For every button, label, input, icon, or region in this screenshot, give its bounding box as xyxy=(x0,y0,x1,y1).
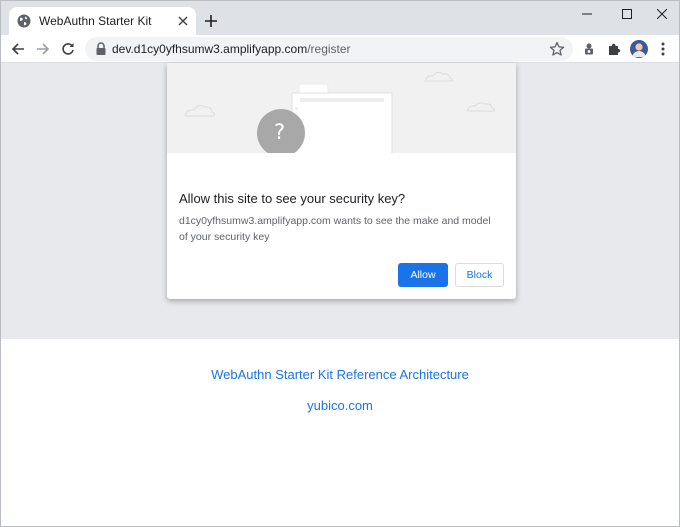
lock-icon xyxy=(96,42,106,55)
minimize-icon xyxy=(582,13,592,15)
browser-window: WebAuthn Starter Kit dev.d1cy0yfhsumw3.a… xyxy=(0,0,680,527)
security-key-permission-dialog: ? Allow this site to see your security k… xyxy=(167,63,516,299)
browser-menu-button[interactable] xyxy=(653,39,673,59)
reload-button[interactable] xyxy=(57,38,79,60)
kebab-menu-icon xyxy=(661,42,665,56)
close-icon xyxy=(178,16,188,26)
tab-title: WebAuthn Starter Kit xyxy=(39,14,152,28)
reference-architecture-link[interactable]: WebAuthn Starter Kit Reference Architect… xyxy=(1,367,679,382)
allow-button[interactable]: Allow xyxy=(398,263,448,287)
puzzle-icon xyxy=(609,43,621,55)
page-content: ? Allow this site to see your security k… xyxy=(1,63,679,526)
extension-icon xyxy=(585,43,593,55)
url-host: dev.d1cy0yfhsumw3.amplifyapp.com xyxy=(112,42,308,56)
dialog-body: d1cy0yfhsumw3.amplifyapp.com wants to se… xyxy=(179,215,491,243)
url-text: dev.d1cy0yfhsumw3.amplifyapp.com/registe… xyxy=(112,42,351,56)
tab-strip: WebAuthn Starter Kit xyxy=(1,1,679,35)
window-close-button[interactable] xyxy=(644,3,679,25)
url-path: /register xyxy=(307,42,351,56)
extensions-button[interactable] xyxy=(604,39,624,59)
new-tab-button[interactable] xyxy=(201,11,221,31)
yubico-link[interactable]: yubico.com xyxy=(1,398,679,413)
forward-button[interactable] xyxy=(32,38,54,60)
minimize-button[interactable] xyxy=(569,3,605,25)
dialog-illustration: ? xyxy=(167,63,516,166)
globe-icon xyxy=(17,14,31,28)
reload-icon xyxy=(62,43,74,55)
maximize-icon xyxy=(622,9,632,19)
question-mark-icon: ? xyxy=(274,120,286,144)
security-key-illustration xyxy=(184,71,496,166)
address-bar[interactable]: dev.d1cy0yfhsumw3.amplifyapp.com/registe… xyxy=(85,37,573,61)
tab-close-button[interactable] xyxy=(175,13,191,29)
avatar-icon xyxy=(632,43,646,57)
arrow-left-icon xyxy=(11,43,24,55)
browser-tab[interactable]: WebAuthn Starter Kit xyxy=(9,7,196,35)
profile-avatar[interactable] xyxy=(630,40,648,58)
extension-button[interactable] xyxy=(579,39,599,59)
close-icon xyxy=(657,9,667,19)
dialog-title: Allow this site to see your security key… xyxy=(179,191,406,206)
browser-toolbar: dev.d1cy0yfhsumw3.amplifyapp.com/registe… xyxy=(1,35,679,63)
back-button[interactable] xyxy=(7,38,29,60)
arrow-right-icon xyxy=(37,43,50,55)
star-icon[interactable] xyxy=(549,41,565,57)
block-button[interactable]: Block xyxy=(455,263,504,287)
maximize-button[interactable] xyxy=(609,3,645,25)
plus-icon xyxy=(205,15,217,27)
